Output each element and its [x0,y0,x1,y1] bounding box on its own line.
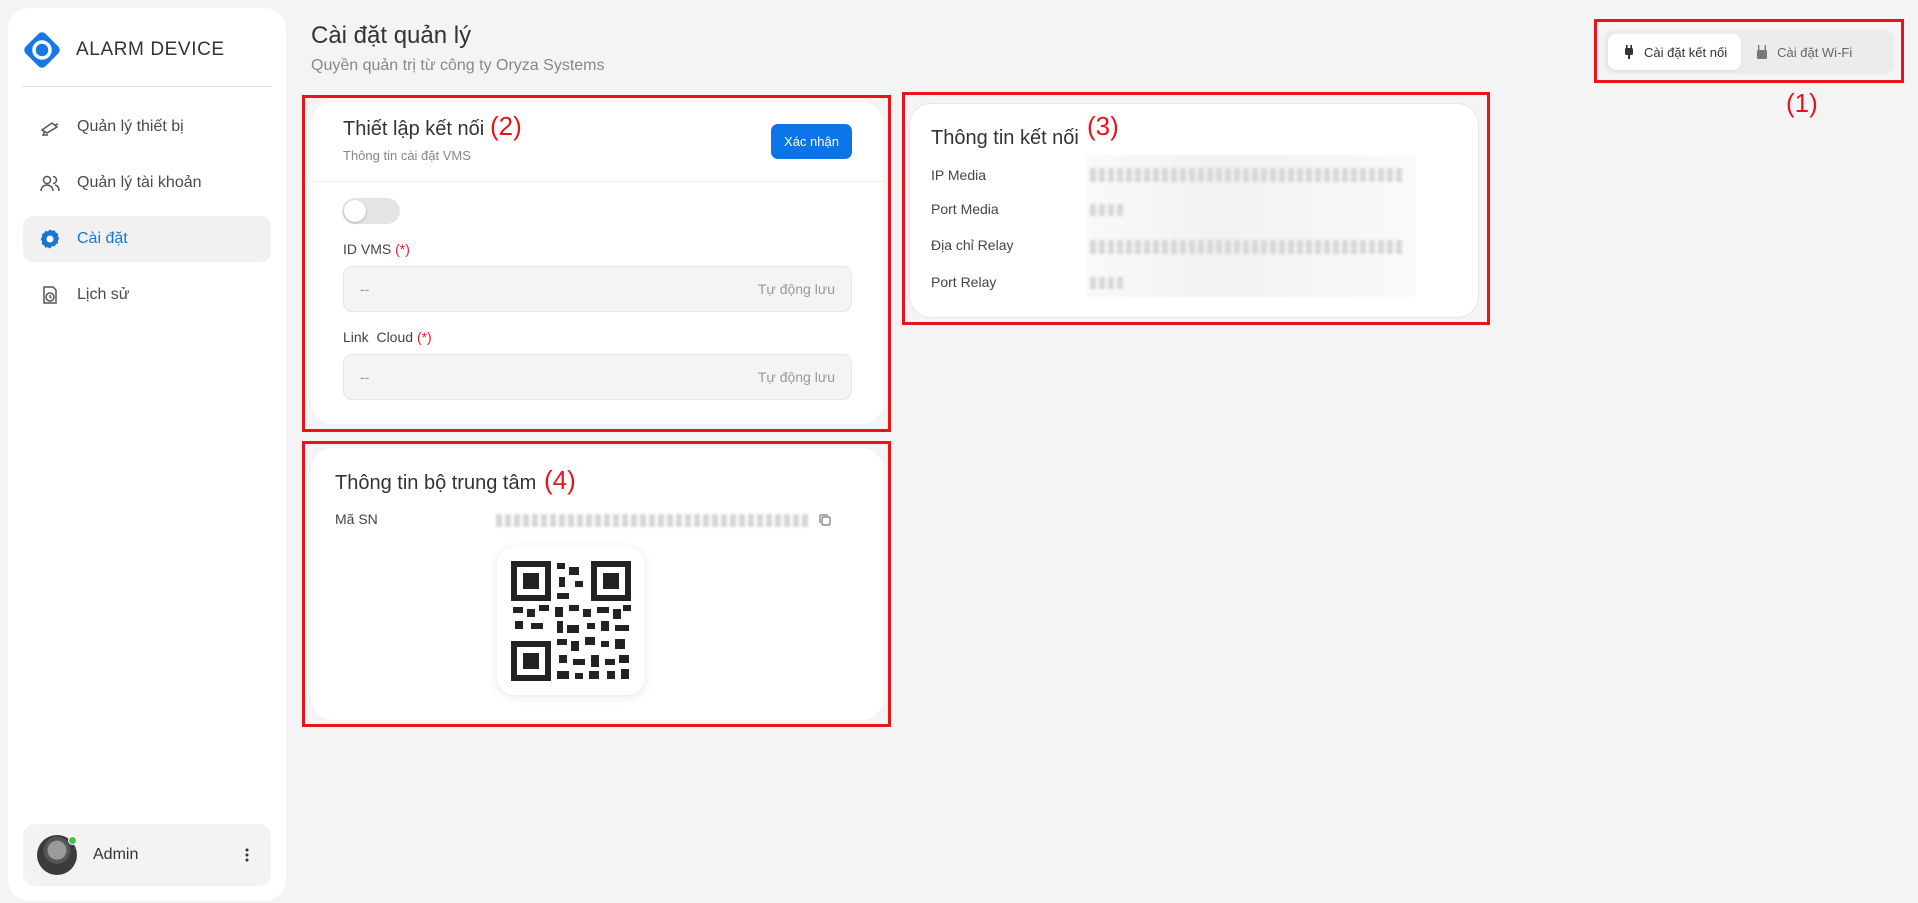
logo-icon [22,30,62,70]
sidebar-item-label: Quản lý thiết bị [77,118,184,135]
avatar [37,835,77,875]
annotation-box-2 [302,95,891,432]
sidebar-item-history[interactable]: Lịch sử [23,272,271,318]
history-icon [39,284,61,306]
annotation-label-2: (2) [490,111,522,141]
logo[interactable]: ALARM DEVICE [22,30,225,70]
sidebar-item-accounts[interactable]: Quản lý tài khoản [23,160,271,206]
sidebar-item-label: Lịch sử [77,286,130,303]
user-name: Admin [93,846,139,863]
annotation-label-3: (3) [1087,111,1119,141]
sidebar-item-devices[interactable]: Quản lý thiết bị [23,104,271,150]
annotation-box-4 [302,441,891,727]
annotation-box-1 [1594,19,1904,83]
camera-icon [39,116,61,138]
more-vertical-icon[interactable] [237,845,257,865]
online-status-dot [68,836,77,845]
annotation-box-3 [902,92,1490,325]
users-icon [39,172,61,194]
gear-icon [39,228,61,250]
user-profile[interactable]: Admin [23,824,271,886]
page-title: Cài đặt quản lý [311,22,472,49]
logo-text: ALARM DEVICE [76,39,225,60]
sidebar-nav: Quản lý thiết bị Quản lý tài khoản Cài đ… [23,104,271,328]
divider [22,86,272,87]
sidebar-item-label: Quản lý tài khoản [77,174,202,191]
annotation-label-1: (1) [1786,88,1818,118]
sidebar: ALARM DEVICE Quản lý thiết bị Quản lý tà… [8,8,286,901]
annotation-label-4: (4) [544,465,576,495]
sidebar-item-label: Cài đặt [77,230,128,247]
sidebar-item-settings[interactable]: Cài đặt [23,216,271,262]
page-subtitle: Quyền quản trị từ công ty Oryza Systems [311,57,605,74]
